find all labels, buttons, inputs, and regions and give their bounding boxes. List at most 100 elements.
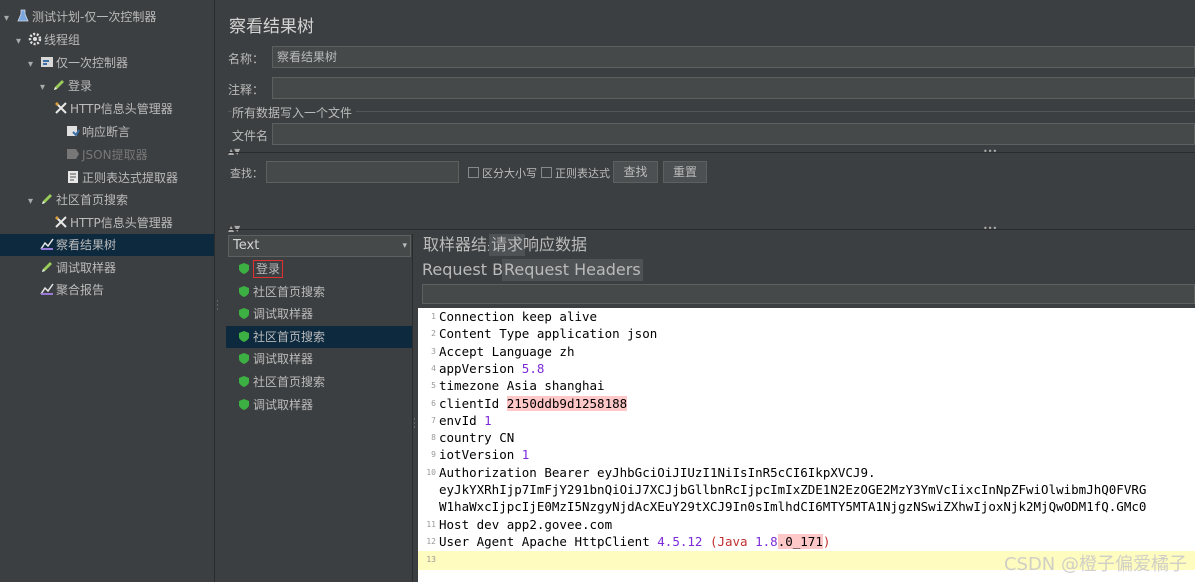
code-line: 10 Authorization Bearer eyJhbGciOiJIUzI1N… [418,464,1195,481]
header-filter-field[interactable] [422,284,1195,304]
controller-icon [40,54,54,68]
tree-splitter[interactable]: · · · [214,0,221,582]
tree-node-regex-extractor[interactable]: 正则表达式提取器 [66,167,178,189]
result-label: 社区首页搜索 [253,285,326,299]
header-value-highlighted: .0_171 [777,533,823,549]
line-number: 3 [431,346,436,356]
tab-response-data[interactable]: 响应数据 [523,234,587,256]
tree-node-response-assertion[interactable]: 响应断言 [66,121,130,143]
comment-label: 注释： [228,83,265,97]
extractor-icon [66,146,80,160]
line-number: 6 [431,398,436,408]
subtab-request-headers[interactable]: Request Headers [502,259,643,281]
result-item-selected[interactable]: 社区首页搜索 [226,326,412,348]
renderer-select[interactable]: Text ▾ [228,235,411,257]
tree-node-aggregate-report[interactable]: 聚合报告 [40,279,104,301]
filename-field[interactable] [272,123,1195,145]
header-key: Accept Language [439,343,552,359]
view-results-tree-panel: 察看结果树 名称： 察看结果树 注释： 所有数据写入一个文件 文件名 ▲▼ ••… [221,0,1195,582]
tree-node-debug-sampler[interactable]: 调试取样器 [40,257,116,279]
header-value: keep alive [521,309,598,324]
chevron-down-icon: ▾ [402,241,407,251]
header-key: Host [439,516,470,532]
tree-node-thread-group[interactable]: ▾ 线程组 [16,29,80,51]
tree-node-label: 社区首页搜索 [56,193,129,207]
tree-node-community-search[interactable]: ▾ 社区首页搜索 [28,189,128,211]
result-label: 社区首页搜索 [253,330,326,344]
tree-node-label: 登录 [68,79,93,93]
header-value: dev app2.govee.com [476,516,613,532]
header-value: Apache HttpClient [521,533,650,549]
header-key: envId [439,412,477,428]
comment-field[interactable] [272,77,1195,99]
tree-node-http-header-manager-2[interactable]: HTTP信息头管理器 [54,212,173,234]
name-label: 名称： [228,52,265,66]
result-item[interactable]: 社区首页搜索 [226,371,412,393]
regex-label: 正则表达式 [555,167,610,180]
line-number: 11 [426,519,436,529]
header-key: iotVersion [439,447,515,463]
result-label: 调试取样器 [253,352,314,366]
code-line: 12 User Agent Apache HttpClient 4.5.12 (J… [418,533,1195,550]
header-value: 1 [484,412,492,428]
tree-node-json-extractor[interactable]: JSON提取器 [66,144,148,166]
header-value: 5.8 [521,360,545,376]
result-label: 调试取样器 [253,398,314,412]
page-title: 察看结果树 [229,17,314,37]
result-item[interactable]: 调试取样器 [226,348,412,370]
pencil-icon [40,259,54,273]
tab-request[interactable]: 请求 [489,234,526,256]
success-shield-icon [239,372,249,387]
header-key: User Agent [439,533,515,549]
header-key: appVersion [439,360,515,376]
reset-button[interactable]: 重置 [663,161,707,183]
result-label: 登录 [253,260,284,278]
code-line: 2 Content Type application json [418,325,1195,342]
line-number: 5 [431,381,436,391]
tree-node-label: HTTP信息头管理器 [70,216,173,230]
expand-icon[interactable]: ▾ [40,77,52,99]
find-button[interactable]: 查找 [613,161,658,183]
code-line: 6 clientId 2150ddb9d1258188 [418,395,1195,412]
expand-icon[interactable]: ▾ [4,8,16,30]
renderer-value: Text [233,238,260,253]
chart-icon [40,281,54,295]
tree-node-test-plan[interactable]: ▾ 测试计划-仅一次控制器 [4,6,156,28]
splitter-grip-icon: · · · [216,297,219,315]
tree-node-label: 响应断言 [82,125,131,139]
header-value: Bearer eyJhbGciOiJIUzI1NiIsInR5cCI6IkpXV… [544,464,876,480]
success-shield-icon [239,282,249,297]
result-item[interactable]: 登录 [226,258,412,280]
regex-checkbox[interactable]: 正则表达式 [541,165,610,181]
expand-icon[interactable]: ▾ [28,191,40,213]
search-label: 查找： [230,167,263,180]
tree-node-once-controller[interactable]: ▾ 仅一次控制器 [28,52,128,74]
tree-node-label: 测试计划-仅一次控制器 [32,10,157,24]
request-headers-text[interactable]: 1 Connection keep alive 2 Content Type app… [418,308,1195,582]
wrench-icon [54,100,68,114]
line-number: 10 [426,467,436,477]
result-label: 社区首页搜索 [253,375,326,389]
line-number: 1 [431,312,436,321]
code-line: 4 appVersion 5.8 [418,360,1195,377]
tree-node-label: 调试取样器 [56,261,117,275]
tree-node-http-header-manager[interactable]: HTTP信息头管理器 [54,98,173,120]
header-key: timezone [439,378,500,394]
search-input[interactable] [266,161,459,183]
result-item[interactable]: 调试取样器 [226,394,412,416]
expand-icon[interactable]: ▾ [16,31,28,53]
assertion-icon [66,123,80,137]
line-number: 12 [426,536,436,546]
name-field[interactable]: 察看结果树 [272,46,1195,68]
tree-node-label: JSON提取器 [82,148,148,162]
tree-node-view-results-tree[interactable]: 察看结果树 [0,234,214,256]
line-number: 9 [431,450,436,460]
header-value: Asia shanghai [506,378,605,394]
expand-icon[interactable]: ▾ [28,54,40,76]
case-sensitive-checkbox[interactable]: 区分大小写 [468,165,537,181]
tree-node-login[interactable]: ▾ 登录 [40,75,92,97]
result-item[interactable]: 调试取样器 [226,303,412,325]
chart-icon [40,236,54,250]
result-item[interactable]: 社区首页搜索 [226,281,412,303]
line-number: 4 [431,363,436,373]
